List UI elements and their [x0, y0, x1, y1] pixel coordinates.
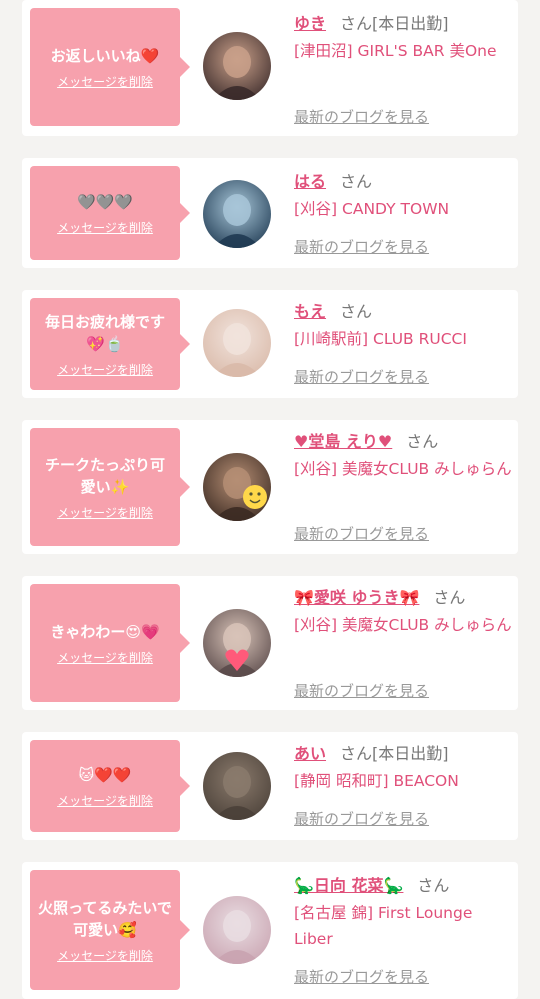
cast-info: もえ さん [川崎駅前] CLUB RUCCI	[294, 300, 512, 352]
shop-name: [刈谷] CANDY TOWN	[294, 200, 450, 218]
avatar[interactable]	[203, 453, 271, 521]
cast-name-link[interactable]: ゆき	[294, 14, 326, 33]
shop-name: [静岡 昭和町] BEACON	[294, 772, 459, 790]
attendance-status: [本日出勤]	[372, 744, 449, 763]
message-text: きゃわわー😍💗	[50, 622, 160, 641]
avatar-photo	[203, 180, 271, 248]
avatar-photo	[203, 896, 271, 964]
message-card: きゃわわー😍💗 メッセージを削除 🎀愛咲 ゆうき🎀 さん [刈谷] 美魔女CLU…	[22, 576, 518, 710]
attendance-status: [本日出勤]	[372, 14, 449, 33]
delete-message-link[interactable]: メッセージを削除	[57, 947, 153, 964]
avatar-photo-smiley	[203, 453, 271, 521]
cast-info: あい さん[本日出勤] [静岡 昭和町] BEACON	[294, 742, 512, 794]
cast-info: 🦕日向 花菜🦕 さん [名古屋 錦] First Lounge Liber	[294, 874, 512, 952]
latest-blog-link[interactable]: 最新のブログを見る	[294, 680, 429, 701]
honorific: さん	[417, 876, 450, 895]
latest-blog-link[interactable]: 最新のブログを見る	[294, 808, 429, 829]
cast-name-link[interactable]: もえ	[294, 302, 326, 321]
delete-message-link[interactable]: メッセージを削除	[57, 219, 153, 236]
name-line: ゆき さん[本日出勤]	[294, 12, 512, 36]
latest-blog-link[interactable]: 最新のブログを見る	[294, 366, 429, 387]
shop-name: [名古屋 錦] First Lounge Liber	[294, 904, 473, 948]
message-bubble: 毎日お疲れ様です💖🍵 メッセージを削除	[30, 298, 190, 390]
message-card: チークたっぷり可愛い✨ メッセージを削除 ♥堂島 えり♥ さん [刈谷] 美魔女…	[22, 420, 518, 554]
cast-info: はる さん [刈谷] CANDY TOWN	[294, 170, 512, 222]
message-text: チークたっぷり可愛い✨	[44, 455, 165, 496]
latest-blog-link[interactable]: 最新のブログを見る	[294, 966, 429, 987]
latest-blog-link[interactable]: 最新のブログを見る	[294, 523, 429, 544]
latest-blog-link[interactable]: 最新のブログを見る	[294, 106, 429, 127]
avatar-photo-heart	[203, 609, 271, 677]
cast-name-link[interactable]: ♥堂島 えり♥	[294, 432, 392, 451]
honorific: さん	[433, 588, 466, 607]
message-text: お返しいいね❤️	[50, 46, 160, 65]
cast-info: ゆき さん[本日出勤] [津田沼] GIRL'S BAR 美One	[294, 12, 512, 64]
avatar[interactable]	[203, 896, 271, 964]
name-line: 🦕日向 花菜🦕 さん	[294, 874, 512, 898]
name-line: ♥堂島 えり♥ さん	[294, 430, 512, 454]
cast-info: 🎀愛咲 ゆうき🎀 さん [刈谷] 美魔女CLUB みしゅらん	[294, 586, 512, 638]
delete-message-link[interactable]: メッセージを削除	[57, 361, 153, 378]
delete-message-link[interactable]: メッセージを削除	[57, 649, 153, 666]
cast-name-link[interactable]: あい	[294, 744, 326, 763]
avatar-photo	[203, 752, 271, 820]
cast-name-link[interactable]: 🎀愛咲 ゆうき🎀	[294, 588, 419, 607]
avatar[interactable]	[203, 180, 271, 248]
message-bubble: チークたっぷり可愛い✨ メッセージを削除	[30, 428, 190, 546]
message-bubble: 火照ってるみたいで可愛い🥰 メッセージを削除	[30, 870, 190, 990]
message-bubble: 🩶🩶🩶 メッセージを削除	[30, 166, 190, 260]
avatar-photo	[203, 32, 271, 100]
shop-name: [刈谷] 美魔女CLUB みしゅらん	[294, 460, 512, 478]
message-card: 🐱❤️❤️ メッセージを削除 あい さん[本日出勤] [静岡 昭和町] BEAC…	[22, 732, 518, 840]
delete-message-link[interactable]: メッセージを削除	[57, 73, 153, 90]
message-card: お返しいいね❤️ メッセージを削除 ゆき さん[本日出勤] [津田沼] GIRL…	[22, 0, 518, 136]
avatar[interactable]	[203, 752, 271, 820]
delete-message-link[interactable]: メッセージを削除	[57, 504, 153, 521]
avatar[interactable]	[203, 309, 271, 377]
name-line: もえ さん	[294, 300, 512, 324]
name-line: はる さん	[294, 170, 512, 194]
message-text: 火照ってるみたいで可愛い🥰	[38, 898, 172, 939]
name-line: 🎀愛咲 ゆうき🎀 さん	[294, 586, 512, 610]
avatar[interactable]	[203, 609, 271, 677]
name-line: あい さん[本日出勤]	[294, 742, 512, 766]
shop-name: [刈谷] 美魔女CLUB みしゅらん	[294, 616, 512, 634]
latest-blog-link[interactable]: 最新のブログを見る	[294, 236, 429, 257]
honorific: さん	[340, 14, 373, 33]
message-text: 毎日お疲れ様です💖🍵	[44, 312, 165, 353]
honorific: さん	[340, 302, 373, 321]
message-card: 🩶🩶🩶 メッセージを削除 はる さん [刈谷] CANDY TOWN 最新のブロ…	[22, 158, 518, 268]
avatar[interactable]	[203, 32, 271, 100]
cast-name-link[interactable]: はる	[294, 172, 326, 191]
cast-name-link[interactable]: 🦕日向 花菜🦕	[294, 876, 403, 895]
message-card: 毎日お疲れ様です💖🍵 メッセージを削除 もえ さん [川崎駅前] CLUB RU…	[22, 290, 518, 398]
message-bubble: お返しいいね❤️ メッセージを削除	[30, 8, 190, 126]
delete-message-link[interactable]: メッセージを削除	[57, 792, 153, 809]
message-card: 火照ってるみたいで可愛い🥰 メッセージを削除 🦕日向 花菜🦕 さん [名古屋 錦…	[22, 862, 518, 999]
message-text: 🩶🩶🩶	[76, 192, 134, 211]
honorific: さん	[340, 172, 373, 191]
avatar-photo	[203, 309, 271, 377]
message-text: 🐱❤️❤️	[78, 765, 132, 784]
message-list: お返しいいね❤️ メッセージを削除 ゆき さん[本日出勤] [津田沼] GIRL…	[0, 0, 540, 999]
message-bubble: きゃわわー😍💗 メッセージを削除	[30, 584, 190, 702]
honorific: さん	[340, 744, 373, 763]
cast-info: ♥堂島 えり♥ さん [刈谷] 美魔女CLUB みしゅらん	[294, 430, 512, 482]
honorific: さん	[406, 432, 439, 451]
shop-name: [川崎駅前] CLUB RUCCI	[294, 330, 467, 348]
shop-name: [津田沼] GIRL'S BAR 美One	[294, 42, 497, 60]
message-bubble: 🐱❤️❤️ メッセージを削除	[30, 740, 190, 832]
